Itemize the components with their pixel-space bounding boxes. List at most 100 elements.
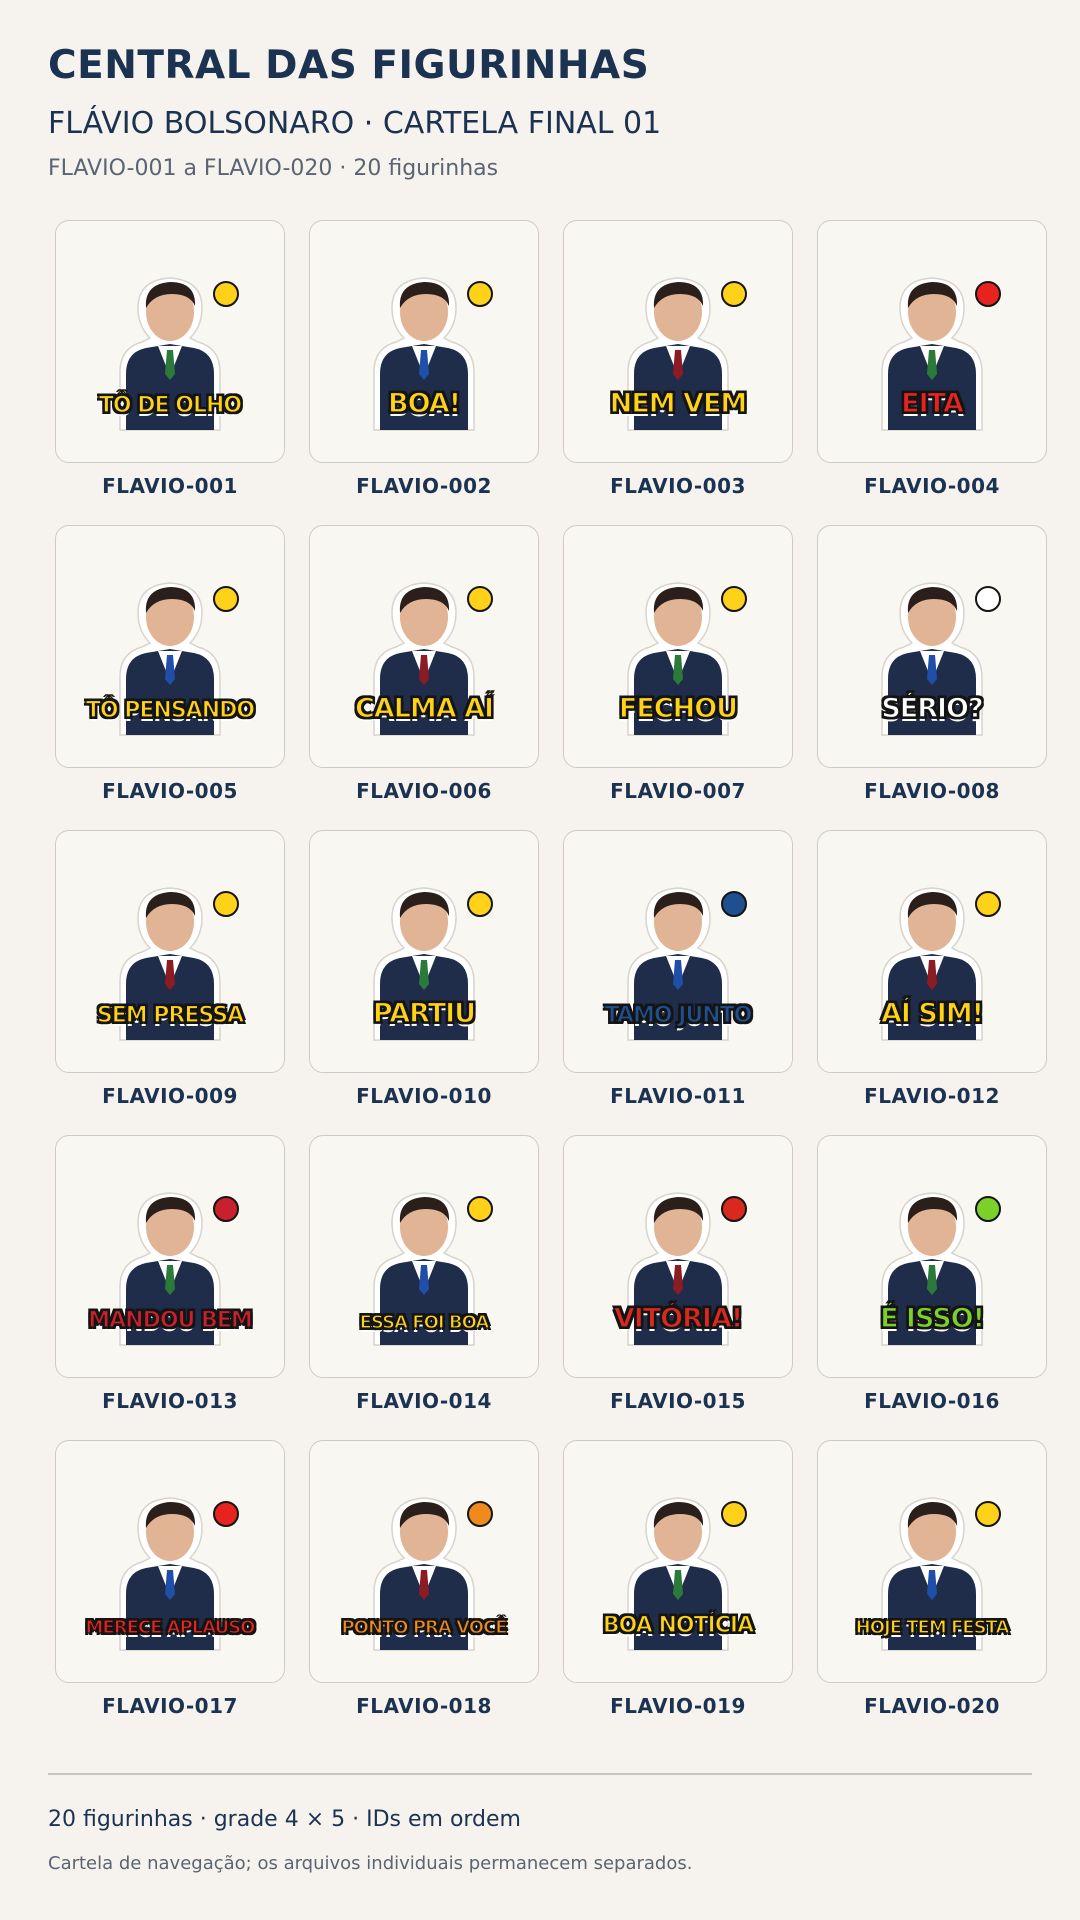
sticker-id-label: FLAVIO-007 (610, 779, 746, 803)
footer-divider (48, 1773, 1032, 1775)
sticker-card[interactable]: FECHOU (563, 525, 793, 768)
sticker-caption: EITA (901, 387, 965, 419)
sticker-card[interactable]: PARTIU (309, 830, 539, 1073)
eyes-icon: TÔ DE OLHO (80, 252, 260, 432)
calm-hands-icon: CALMA AÍ (334, 557, 514, 737)
sticker-caption: TÔ DE OLHO (98, 392, 242, 418)
sticker-grid: TÔ DE OLHO FLAVIO-001 BOA! FLAVIO-002 NEM VE… (55, 220, 1051, 1745)
speech-bubble-icon: SÉRIO? (842, 557, 1022, 737)
sticker-caption: É ISSO! (879, 1302, 985, 1334)
applause-sign-icon: MERECE APLAUSO (80, 1472, 260, 1652)
sticker-id-label: FLAVIO-018 (356, 1694, 492, 1718)
handshake-icon: FECHOU (588, 557, 768, 737)
page-title: CENTRAL DAS FIGURINHAS (48, 43, 650, 88)
sticker-id-label: FLAVIO-008 (864, 779, 1000, 803)
sticker-cell: VITÓRIA! FLAVIO-015 (563, 1135, 795, 1440)
sticker-cell: EITA FLAVIO-004 (817, 220, 1049, 525)
sticker-cell: TÔ DE OLHO FLAVIO-001 (55, 220, 287, 525)
sticker-cell: PONTO PRA VOCÊ FLAVIO-018 (309, 1440, 541, 1745)
sticker-id-label: FLAVIO-003 (610, 474, 746, 498)
sticker-cell: CALMA AÍ FLAVIO-006 (309, 525, 541, 830)
sticker-caption: NEM VEM (609, 387, 748, 419)
sticker-caption: TAMO JUNTO (604, 1002, 753, 1028)
sticker-cell: ESSA FOI BOA FLAVIO-014 (309, 1135, 541, 1440)
sticker-card[interactable]: ESSA FOI BOA (309, 1135, 539, 1378)
sticker-id-label: FLAVIO-019 (610, 1694, 746, 1718)
podium-icon: VITÓRIA! (588, 1167, 768, 1347)
sticker-card[interactable]: NEM VEM (563, 220, 793, 463)
sticker-id-label: FLAVIO-015 (610, 1389, 746, 1413)
sticker-card[interactable]: SÉRIO? (817, 525, 1047, 768)
sticker-id-label: FLAVIO-010 (356, 1084, 492, 1108)
sticker-card[interactable]: TÔ PENSANDO (55, 525, 285, 768)
scoreboard-icon: PONTO PRA VOCÊ (334, 1472, 514, 1652)
sticker-caption: PARTIU (372, 997, 476, 1029)
sticker-range: FLAVIO-001 a FLAVIO-020 · 20 figurinhas (48, 156, 499, 181)
sticker-cell: HOJE TEM FESTA FLAVIO-020 (817, 1440, 1049, 1745)
stop-hand-icon: NEM VEM (588, 252, 768, 432)
sticker-caption: MANDOU BEM (88, 1307, 254, 1333)
sticker-card[interactable]: SEM PRESSA (55, 830, 285, 1073)
sticker-id-label: FLAVIO-009 (102, 1084, 238, 1108)
confetti-icon: HOJE TEM FESTA (842, 1472, 1022, 1652)
sticker-card[interactable]: HOJE TEM FESTA (817, 1440, 1047, 1683)
sticker-cell: É ISSO! FLAVIO-016 (817, 1135, 1049, 1440)
sticker-cell: MANDOU BEM FLAVIO-013 (55, 1135, 287, 1440)
sticker-id-label: FLAVIO-006 (356, 779, 492, 803)
sticker-cell: AÍ SIM! FLAVIO-012 (817, 830, 1049, 1135)
bell-icon: AÍ SIM! (842, 862, 1022, 1042)
sticker-id-label: FLAVIO-004 (864, 474, 1000, 498)
fist-icon: É ISSO! (842, 1167, 1022, 1347)
sticker-cell: TAMO JUNTO FLAVIO-011 (563, 830, 795, 1135)
sticker-cell: TÔ PENSANDO FLAVIO-005 (55, 525, 287, 830)
sticker-id-label: FLAVIO-001 (102, 474, 238, 498)
footer-note: Cartela de navegação; os arquivos indivi… (48, 1853, 693, 1874)
sticker-id-label: FLAVIO-013 (102, 1389, 238, 1413)
page-header: CENTRAL DAS FIGURINHAS FLÁVIO BOLSONARO … (48, 40, 1032, 184)
sticker-id-label: FLAVIO-005 (102, 779, 238, 803)
sticker-card[interactable]: TAMO JUNTO (563, 830, 793, 1073)
laugh-icon: ESSA FOI BOA (334, 1167, 514, 1347)
sticker-caption: BOA! (387, 387, 461, 419)
snail-icon: SEM PRESSA (80, 862, 260, 1042)
sticker-caption: ESSA FOI BOA (359, 1311, 490, 1333)
sticker-card[interactable]: CALMA AÍ (309, 525, 539, 768)
sticker-id-label: FLAVIO-012 (864, 1084, 1000, 1108)
sticker-cell: BOA NOTÍCIA FLAVIO-019 (563, 1440, 795, 1745)
sticker-caption: SEM PRESSA (96, 1002, 244, 1028)
sticker-card[interactable]: BOA NOTÍCIA (563, 1440, 793, 1683)
clap-icon: BOA! (334, 252, 514, 432)
sticker-caption: SÉRIO? (881, 692, 985, 724)
sticker-card[interactable]: MANDOU BEM (55, 1135, 285, 1378)
sticker-card[interactable]: MERECE APLAUSO (55, 1440, 285, 1683)
sticker-card[interactable]: É ISSO! (817, 1135, 1047, 1378)
sticker-card[interactable]: BOA! (309, 220, 539, 463)
sticker-id-label: FLAVIO-016 (864, 1389, 1000, 1413)
sticker-caption: AÍ SIM! (880, 997, 984, 1029)
sticker-id-label: FLAVIO-017 (102, 1694, 238, 1718)
sticker-cell: NEM VEM FLAVIO-003 (563, 220, 795, 525)
sticker-caption: FECHOU (618, 692, 738, 724)
sticker-card[interactable]: VITÓRIA! (563, 1135, 793, 1378)
sticker-caption: CALMA AÍ (354, 692, 494, 724)
sticker-cell: PARTIU FLAVIO-010 (309, 830, 541, 1135)
sticker-cell: MERECE APLAUSO FLAVIO-017 (55, 1440, 287, 1745)
medal-icon: MANDOU BEM (80, 1167, 260, 1347)
sticker-caption: VITÓRIA! (613, 1302, 744, 1334)
sticker-caption: TÔ PENSANDO (85, 697, 255, 723)
sticker-cell: BOA! FLAVIO-002 (309, 220, 541, 525)
sticker-caption: MERECE APLAUSO (85, 1616, 256, 1638)
sticker-caption: PONTO PRA VOCÊ (341, 1616, 508, 1638)
sticker-card[interactable]: PONTO PRA VOCÊ (309, 1440, 539, 1683)
sticker-caption: BOA NOTÍCIA (602, 1612, 754, 1638)
sticker-card[interactable]: EITA (817, 220, 1047, 463)
sun-icon: BOA NOTÍCIA (588, 1472, 768, 1652)
sticker-cell: FECHOU FLAVIO-007 (563, 525, 795, 830)
sticker-card[interactable]: TÔ DE OLHO (55, 220, 285, 463)
jack-in-the-box-icon: EITA (842, 252, 1022, 432)
hand-on-heart-icon: TAMO JUNTO (588, 862, 768, 1042)
page-subtitle: FLÁVIO BOLSONARO · CARTELA FINAL 01 (48, 106, 662, 141)
sticker-card[interactable]: AÍ SIM! (817, 830, 1047, 1073)
sticker-id-label: FLAVIO-020 (864, 1694, 1000, 1718)
footer-summary: 20 figurinhas · grade 4 × 5 · IDs em ord… (48, 1807, 521, 1832)
